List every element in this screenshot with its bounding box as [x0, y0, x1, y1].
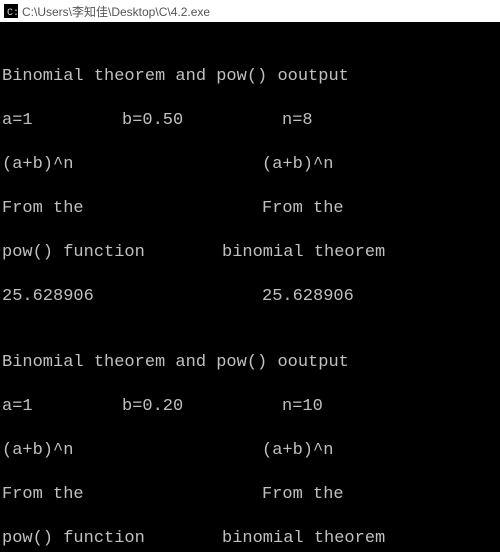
from-left: From the — [2, 198, 262, 220]
n-label: n=10 — [282, 396, 323, 418]
svg-text:C:: C: — [7, 8, 18, 18]
from-right: From the — [262, 198, 344, 220]
b-label: b=0.20 — [122, 396, 282, 418]
a-label: a=1 — [2, 110, 122, 132]
from-right: From the — [262, 484, 344, 506]
val-right: 25.628906 — [262, 286, 354, 308]
console-output: Binomial theorem and pow() ooutput a=1b=… — [0, 22, 500, 552]
from-left: From the — [2, 484, 262, 506]
window-title: C:\Users\李知佳\Desktop\C\4.2.exe — [22, 3, 210, 20]
b-label: b=0.50 — [122, 110, 282, 132]
a-label: a=1 — [2, 396, 122, 418]
pow-label: pow() function — [2, 528, 222, 550]
bin-label: binomial theorem — [222, 528, 385, 550]
bin-label: binomial theorem — [222, 242, 385, 264]
block-header: Binomial theorem and pow() ooutput — [2, 352, 349, 374]
ab-left: (a+b)^n — [2, 440, 262, 462]
window-titlebar[interactable]: C: C:\Users\李知佳\Desktop\C\4.2.exe — [0, 0, 500, 22]
ab-right: (a+b)^n — [262, 440, 333, 462]
block-header: Binomial theorem and pow() ooutput — [2, 66, 349, 88]
pow-label: pow() function — [2, 242, 222, 264]
ab-right: (a+b)^n — [262, 154, 333, 176]
app-icon: C: — [4, 4, 18, 18]
val-left: 25.628906 — [2, 286, 262, 308]
n-label: n=8 — [282, 110, 313, 132]
ab-left: (a+b)^n — [2, 154, 262, 176]
